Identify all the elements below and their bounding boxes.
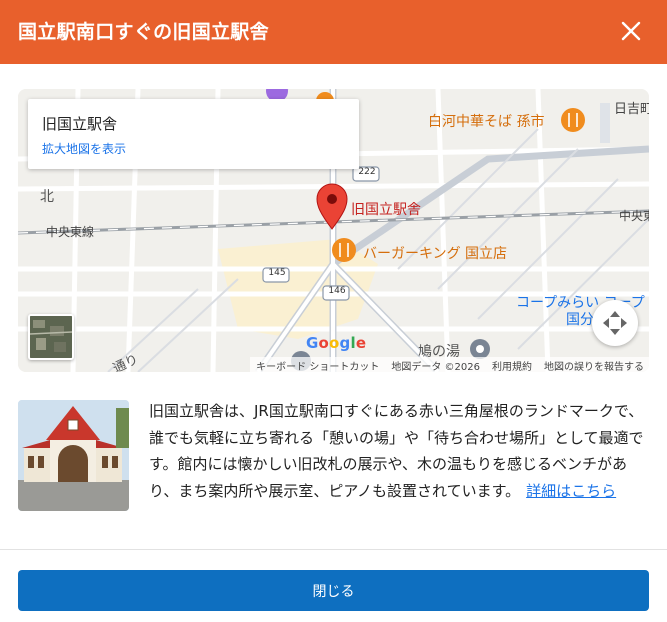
- marker-label: 旧国立駅舎: [351, 202, 421, 218]
- description-section: 旧国立駅舎は、JR国立駅南口すぐにある赤い三角屋根のランドマークで、誰でも気軽に…: [18, 398, 649, 528]
- info-modal: 国立駅南口すぐの旧国立駅舎 旧国立駅舎 バーガーキング 国立店 白河中華そば 孫…: [0, 0, 667, 622]
- details-link[interactable]: 詳細はこちら: [526, 482, 616, 500]
- map-data-text: 地図データ ©2026: [391, 362, 480, 372]
- embedded-map[interactable]: 旧国立駅舎 バーガーキング 国立店 白河中華そば 孫市 北 中央東線 中央東 日…: [18, 89, 649, 372]
- modal-title: 国立駅南口すぐの旧国立駅舎: [18, 21, 269, 43]
- google-logo: Google: [306, 334, 367, 352]
- camera-control-button[interactable]: [592, 300, 638, 346]
- station-illustration: [18, 400, 129, 511]
- shirakawa-label[interactable]: 白河中華そば 孫市: [428, 111, 544, 131]
- terms-link[interactable]: 利用規約: [492, 358, 532, 372]
- report-error-link[interactable]: 地図の誤りを報告する: [544, 358, 644, 372]
- chuo-line-east-label: 中央東: [619, 209, 649, 223]
- view-larger-map-link[interactable]: 拡大地図を表示: [42, 140, 126, 157]
- close-modal-button[interactable]: 閉じる: [18, 570, 649, 611]
- station-building-image: [18, 400, 129, 511]
- burger-king-label[interactable]: バーガーキング 国立店: [363, 243, 507, 263]
- move-arrows-icon: [603, 311, 627, 335]
- chuo-line-label: 中央東線: [46, 225, 95, 239]
- satellite-toggle-button[interactable]: [28, 314, 74, 360]
- hiyoshi-label: 日吉町: [614, 102, 649, 117]
- route-222-label: 222: [358, 167, 376, 177]
- restaurant-pin-icon[interactable]: [561, 108, 585, 132]
- modal-header: 国立駅南口すぐの旧国立駅舎: [0, 0, 667, 64]
- keyboard-shortcuts-link[interactable]: キーボード ショートカット: [256, 358, 379, 372]
- footer-divider: [0, 549, 667, 550]
- north-label: 北: [40, 189, 54, 205]
- map-attribution: キーボード ショートカット 地図データ ©2026 利用規約 地図の誤りを報告す…: [250, 357, 649, 372]
- route-146-label: 146: [328, 286, 346, 296]
- close-icon: [621, 21, 641, 41]
- restaurant-pin-icon[interactable]: [332, 238, 356, 262]
- kunibun-label[interactable]: 国分: [566, 309, 594, 329]
- satellite-thumbnail-icon: [30, 316, 72, 358]
- route-145-label: 145: [268, 268, 286, 278]
- description-text: 旧国立駅舎は、JR国立駅南口すぐにある赤い三角屋根のランドマークで、誰でも気軽に…: [149, 398, 649, 504]
- map-place-title: 旧国立駅舎: [42, 115, 118, 133]
- close-button[interactable]: [614, 14, 648, 48]
- map-place-card: 旧国立駅舎 拡大地図を表示: [28, 99, 359, 169]
